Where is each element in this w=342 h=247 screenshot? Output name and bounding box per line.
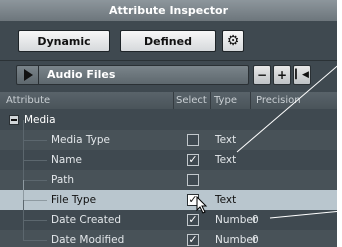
callout-line-date-created (269, 210, 342, 219)
callout-lines (236, 61, 342, 219)
callout-line-name (236, 61, 342, 153)
